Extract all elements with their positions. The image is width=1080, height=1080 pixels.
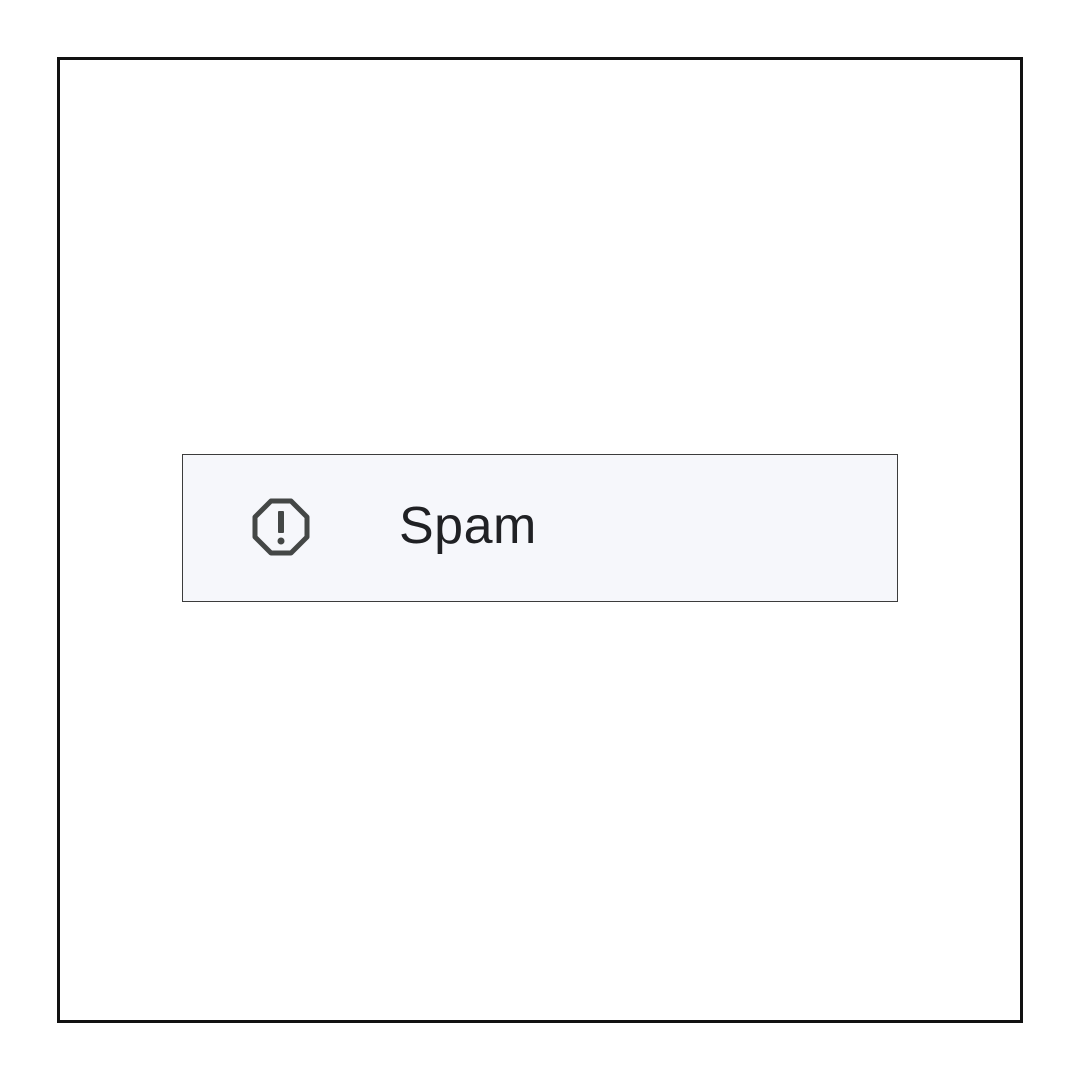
report-spam-icon — [249, 495, 313, 559]
sidebar-item-label: Spam — [399, 497, 537, 555]
sidebar-item-spam[interactable]: Spam — [182, 454, 898, 602]
